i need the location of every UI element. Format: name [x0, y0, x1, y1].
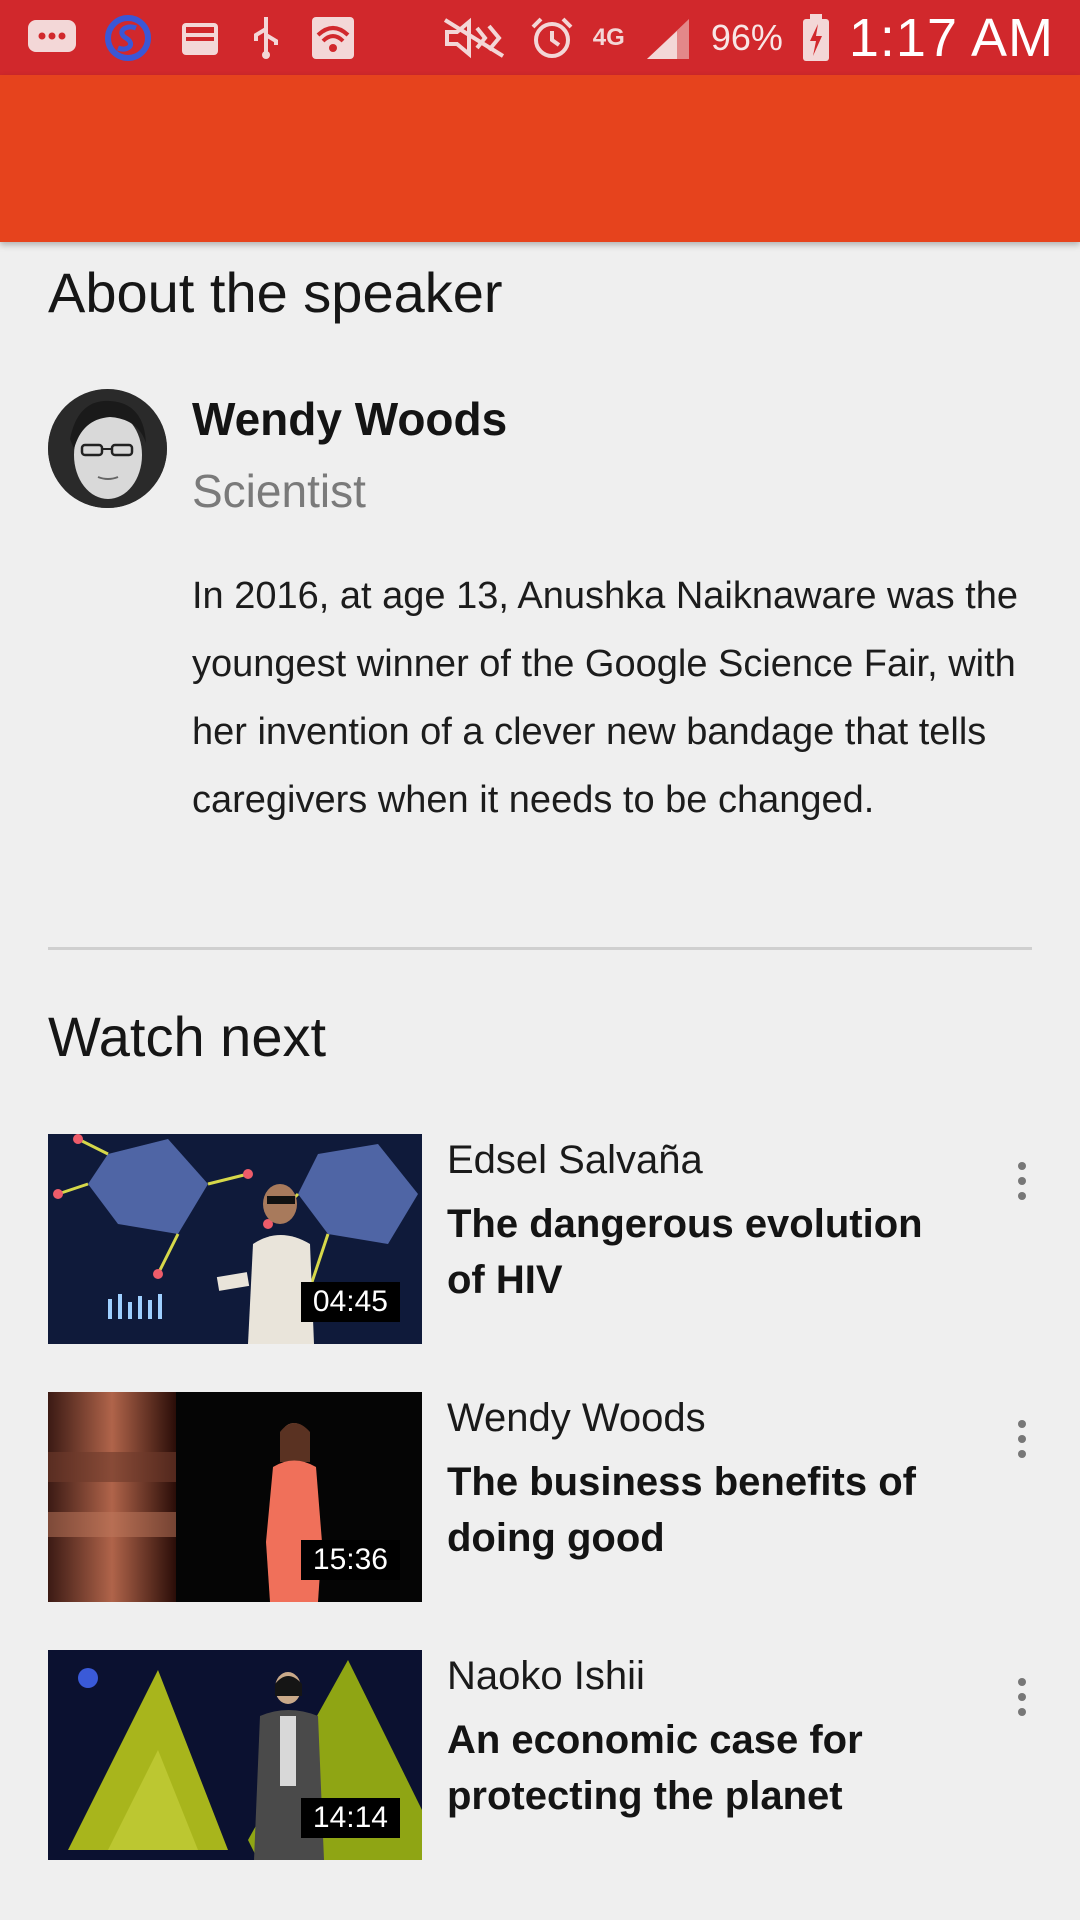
video-thumbnail[interactable]: 15:36	[48, 1392, 422, 1602]
speaker-bio: In 2016, at age 13, Anushka Naiknaware w…	[192, 575, 1018, 821]
video-speaker: Wendy Woods	[447, 1396, 706, 1440]
video-item[interactable]: 14:14 Naoko Ishii An economic case for p…	[0, 1650, 1080, 1860]
watch-next-heading: Watch next	[48, 1005, 327, 1068]
battery-percent: 96%	[710, 16, 783, 58]
more-options-icon[interactable]	[1004, 1156, 1040, 1206]
speaker-name[interactable]: Wendy Woods	[192, 392, 507, 446]
video-duration: 04:45	[300, 1282, 400, 1322]
alarm-icon	[529, 15, 575, 61]
about-heading: About the speaker	[48, 261, 503, 324]
usb-icon	[248, 15, 284, 61]
app-bar	[0, 75, 1080, 242]
wifi-icon	[310, 15, 356, 61]
inbox-icon	[178, 17, 222, 59]
status-bar: 4G 96% 1:17 AM	[0, 0, 1080, 75]
video-thumbnail[interactable]: 04:45	[48, 1134, 422, 1344]
battery-charging-icon	[801, 13, 831, 62]
video-speaker: Naoko Ishii	[447, 1654, 645, 1698]
video-duration: 14:14	[300, 1798, 400, 1838]
video-duration: 15:36	[300, 1540, 400, 1580]
speaker-title: Scientist	[192, 465, 366, 517]
network-type: 4G	[592, 23, 625, 51]
message-icon	[26, 18, 78, 58]
video-thumbnail[interactable]: 14:14	[48, 1650, 422, 1860]
signal-icon	[643, 15, 693, 61]
video-title[interactable]: The business benefits of doing good	[447, 1454, 967, 1566]
divider	[48, 947, 1032, 950]
clock: 1:17 AM	[848, 7, 1054, 68]
mute-icon	[441, 16, 511, 60]
video-title[interactable]: The dangerous evolution of HIV	[447, 1196, 967, 1308]
video-item[interactable]: 04:45 Edsel Salvaña The dangerous evolut…	[0, 1134, 1080, 1344]
s-app-icon	[104, 14, 152, 62]
more-options-icon[interactable]	[1004, 1414, 1040, 1464]
speaker-avatar[interactable]	[48, 389, 167, 508]
video-title[interactable]: An economic case for protecting the plan…	[447, 1712, 967, 1824]
video-item[interactable]: 15:36 Wendy Woods The business benefits …	[0, 1392, 1080, 1602]
video-speaker: Edsel Salvaña	[447, 1138, 703, 1182]
more-options-icon[interactable]	[1004, 1672, 1040, 1722]
